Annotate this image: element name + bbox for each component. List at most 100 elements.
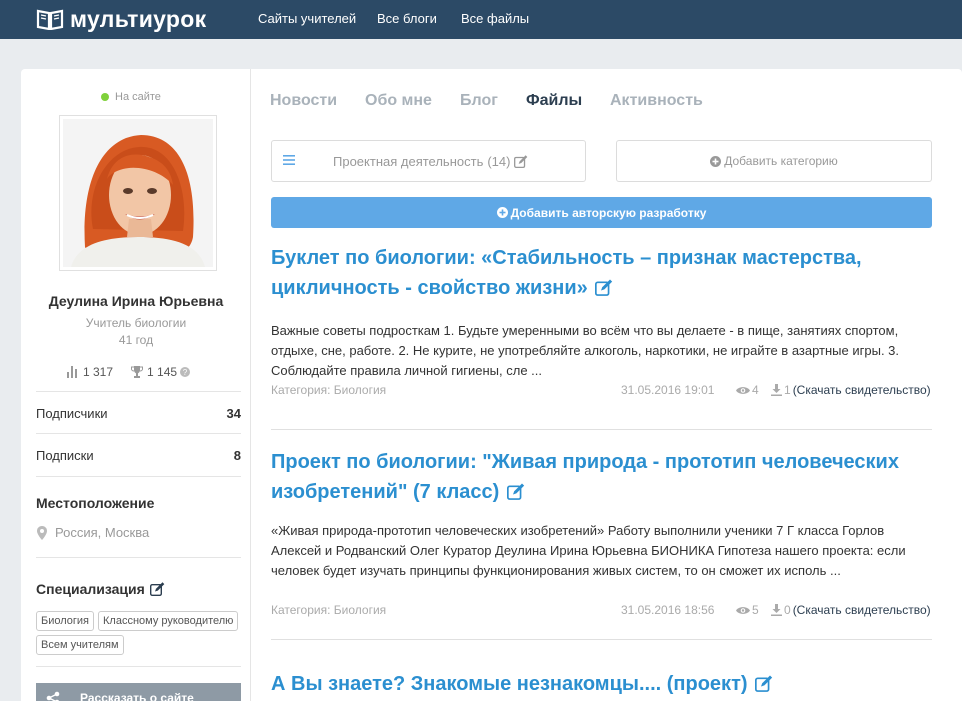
- post-meta: Категория: Биология 31.05.2016 18:56 5 0…: [271, 603, 932, 619]
- tab-activity[interactable]: Активность: [610, 92, 703, 110]
- share-icon: [46, 691, 60, 701]
- subscriptions-row[interactable]: Подписки 8: [36, 448, 241, 463]
- category-name: Проектная деятельность: [333, 154, 484, 169]
- location-heading: Местоположение: [36, 495, 155, 511]
- divider: [271, 639, 932, 640]
- post-item: Проект по биологии: "Живая природа - про…: [271, 447, 932, 617]
- spec-tag[interactable]: Всем учителям: [36, 635, 124, 655]
- post-views: 4: [736, 383, 759, 397]
- post-views-count: 5: [752, 603, 759, 617]
- subscribers-label: Подписчики: [36, 406, 108, 421]
- book-logo-icon: [36, 9, 64, 30]
- post-title[interactable]: Буклет по биологии: «Стабильность – приз…: [271, 243, 932, 303]
- edit-icon[interactable]: [755, 675, 773, 692]
- post-date: 31.05.2016 19:01: [621, 383, 715, 397]
- bar-chart-icon: [67, 366, 77, 378]
- add-category-button[interactable]: Добавить категорию: [616, 140, 932, 182]
- user-role: Учитель биологии: [85, 316, 187, 330]
- tab-files[interactable]: Файлы: [526, 92, 582, 110]
- user-stats: 1 317 1 145 ?: [67, 365, 212, 379]
- add-category-label: Добавить категорию: [724, 154, 838, 168]
- subscribers-row[interactable]: Подписчики 34: [36, 406, 241, 421]
- post-downloads-count: 1: [784, 383, 791, 397]
- site-logo[interactable]: мультиурок: [36, 7, 206, 31]
- post-views-count: 4: [752, 383, 759, 397]
- category-select[interactable]: Проектная деятельность (14): [271, 140, 586, 182]
- divider: [36, 391, 241, 392]
- edit-icon[interactable]: [514, 155, 528, 168]
- specialization-heading-text: Специализация: [36, 581, 145, 597]
- menu-icon: [283, 155, 295, 165]
- eye-icon: [736, 386, 750, 394]
- post-category[interactable]: Категория: Биология: [271, 383, 386, 397]
- post-meta: Категория: Биология 31.05.2016 19:01 4 1…: [271, 383, 932, 399]
- tab-news[interactable]: Новости: [270, 92, 337, 110]
- subscriptions-count: 8: [233, 448, 241, 463]
- post-description: Важные советы подросткам 1. Будьте умере…: [271, 323, 900, 378]
- awards-value: 1 145: [147, 365, 178, 379]
- post-item: А Вы знаете? Знакомые незнакомцы.... (пр…: [271, 669, 932, 699]
- post-downloads: 0 (Скачать свидетельство): [771, 603, 931, 617]
- awards-stat[interactable]: 1 145 ?: [131, 365, 194, 379]
- plus-circle-icon: [710, 155, 722, 167]
- subscriptions-label: Подписки: [36, 448, 94, 463]
- post-title-text: Проект по биологии: "Живая природа - про…: [271, 451, 899, 503]
- post-date: 31.05.2016 18:56: [621, 603, 715, 617]
- online-dot: [101, 93, 109, 101]
- download-icon: [771, 604, 782, 616]
- add-work-label: Добавить авторскую разработку: [510, 205, 707, 220]
- share-site-label: Рассказать о сайте: [80, 691, 194, 701]
- share-site-button[interactable]: Рассказать о сайте: [36, 683, 241, 701]
- download-certificate-link[interactable]: (Скачать свидетельство): [793, 383, 931, 397]
- user-age: 41 год: [118, 333, 154, 347]
- post-item: Буклет по биологии: «Стабильность – приз…: [271, 243, 932, 397]
- category-count: (14): [487, 154, 511, 169]
- post-category[interactable]: Категория: Биология: [271, 603, 386, 617]
- post-downloads: 1 (Скачать свидетельство): [771, 383, 931, 397]
- profile-card: На сайте Деулина Ирина Юрьевна Учитель б…: [21, 69, 962, 701]
- divider: [36, 476, 241, 477]
- download-icon: [771, 384, 782, 396]
- divider: [36, 557, 241, 558]
- add-work-button[interactable]: Добавить авторскую разработку: [271, 197, 932, 228]
- plus-circle-icon: [496, 207, 508, 218]
- rating-stat[interactable]: 1 317: [67, 365, 113, 379]
- edit-icon[interactable]: [149, 582, 165, 596]
- post-title[interactable]: А Вы знаете? Знакомые незнакомцы.... (пр…: [271, 669, 932, 699]
- profile-sidebar: На сайте Деулина Ирина Юрьевна Учитель б…: [21, 69, 251, 701]
- post-title[interactable]: Проект по биологии: "Живая природа - про…: [271, 447, 932, 507]
- edit-icon[interactable]: [595, 279, 613, 296]
- edit-icon[interactable]: [506, 483, 525, 500]
- brand-name: мультиурок: [70, 6, 207, 32]
- avatar-photo: [63, 119, 213, 267]
- online-status: На сайте: [101, 91, 161, 103]
- download-certificate-link[interactable]: (Скачать свидетельство): [793, 603, 931, 617]
- spec-tag[interactable]: Биология: [36, 611, 95, 631]
- divider: [36, 666, 241, 667]
- location: Россия, Москва: [37, 525, 149, 540]
- divider: [36, 433, 241, 434]
- location-text: Россия, Москва: [55, 525, 150, 540]
- tab-blog[interactable]: Блог: [460, 92, 498, 110]
- user-name: Деулина Ирина Юрьевна: [48, 293, 224, 309]
- nav-all-files[interactable]: Все файлы: [461, 11, 529, 26]
- nav-teacher-sites[interactable]: Сайты учителей: [258, 11, 356, 26]
- rating-value: 1 317: [83, 365, 114, 379]
- svg-text:?: ?: [183, 368, 188, 377]
- post-description: «Живая природа-прототип человеческих изо…: [271, 523, 906, 578]
- tab-about[interactable]: Обо мне: [365, 92, 432, 110]
- eye-icon: [736, 606, 750, 614]
- subscribers-count: 34: [226, 406, 241, 421]
- online-status-text: На сайте: [115, 91, 161, 103]
- top-navbar: мультиурок Сайты учителей Все блоги Все …: [0, 0, 962, 39]
- post-views: 5: [736, 603, 759, 617]
- specialization-heading: Специализация: [36, 581, 165, 597]
- trophy-icon: [131, 366, 144, 378]
- spec-tag[interactable]: Классному руководителю: [98, 611, 239, 631]
- post-downloads-count: 0: [784, 603, 791, 617]
- nav-all-blogs[interactable]: Все блоги: [377, 11, 437, 26]
- post-title-text: Буклет по биологии: «Стабильность – приз…: [271, 247, 862, 299]
- avatar[interactable]: [59, 115, 217, 271]
- help-icon[interactable]: ?: [180, 367, 191, 377]
- post-title-text: А Вы знаете? Знакомые незнакомцы.... (пр…: [271, 673, 748, 695]
